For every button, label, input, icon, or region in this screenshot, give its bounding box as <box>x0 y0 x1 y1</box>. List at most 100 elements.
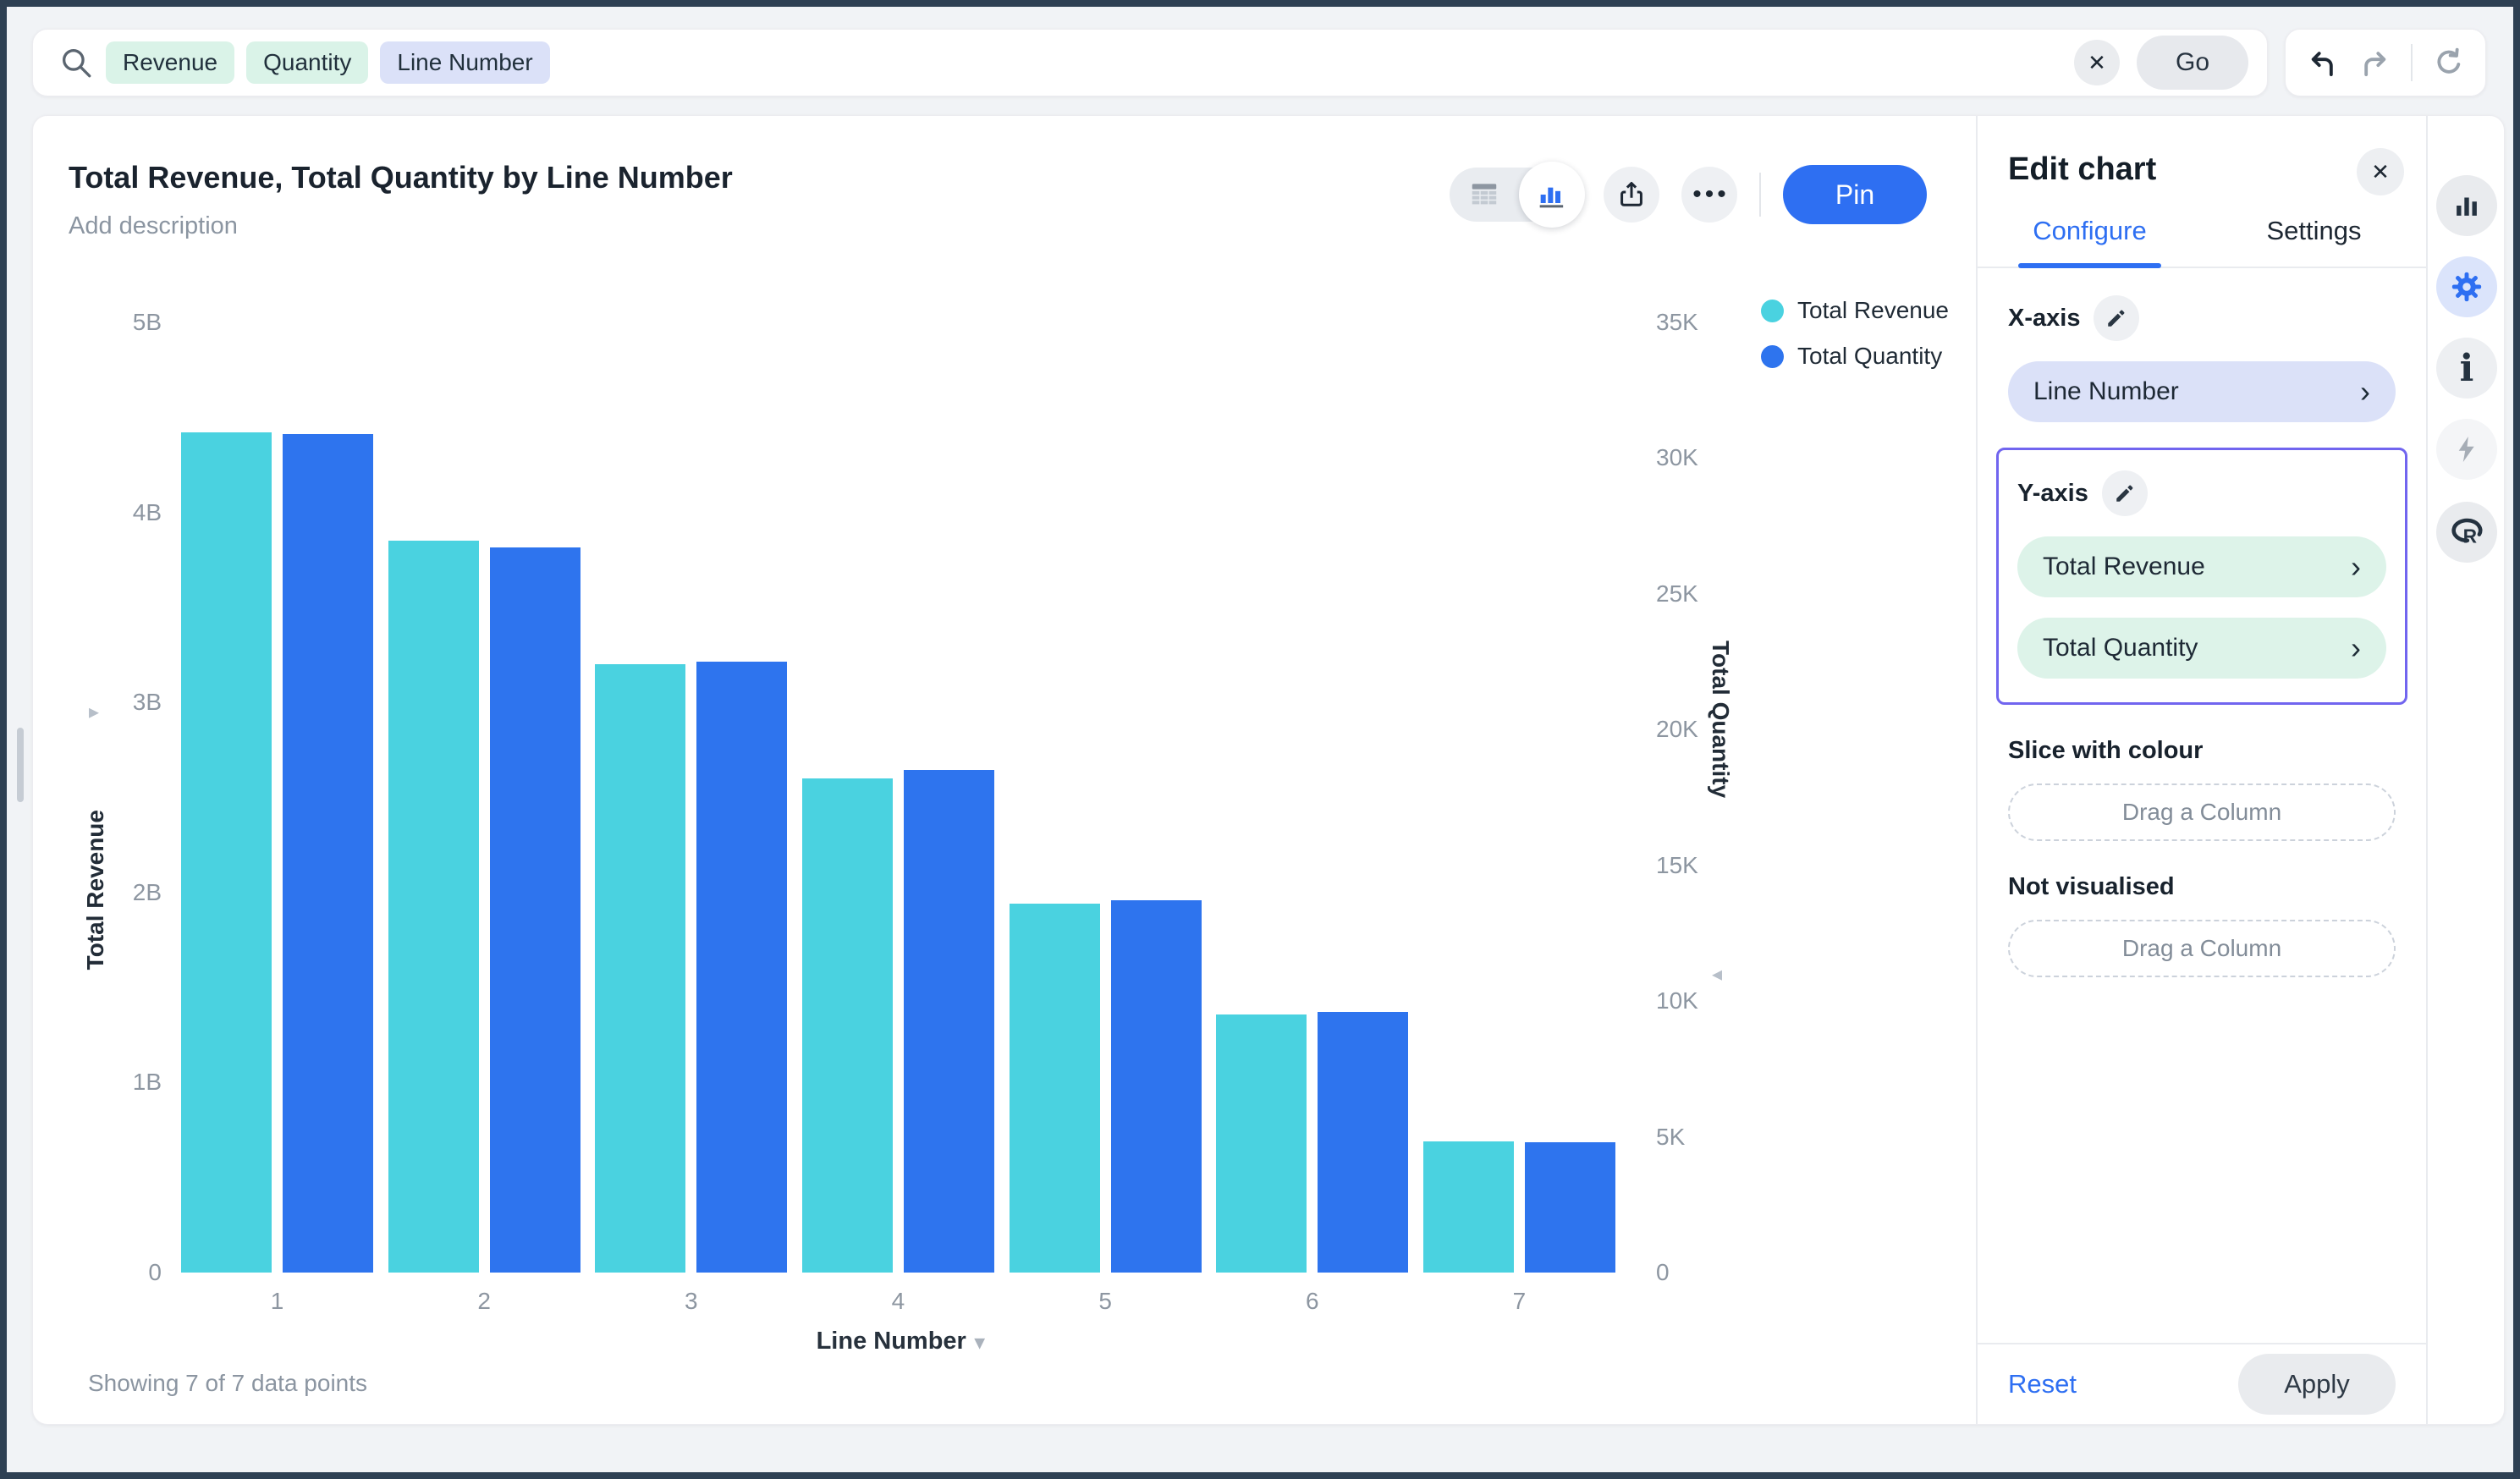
bar-total-quantity-7[interactable] <box>1525 1142 1615 1273</box>
search-clear-button[interactable]: ✕ <box>2074 40 2120 85</box>
bar-group-5 <box>1010 322 1202 1273</box>
search-chip-revenue[interactable]: Revenue <box>106 41 234 84</box>
quick-actions-button[interactable] <box>2436 419 2497 480</box>
axis-tick: 0 <box>148 1259 162 1286</box>
yaxis-field-total-quantity[interactable]: Total Quantity › <box>2017 618 2386 679</box>
plot-area <box>181 322 1615 1273</box>
bar-total-revenue-2[interactable] <box>388 541 479 1273</box>
bar-total-revenue-7[interactable] <box>1423 1141 1514 1273</box>
axis-tick: 4B <box>133 499 162 526</box>
r-analytics-button[interactable]: R <box>2436 502 2497 563</box>
panel-close-button[interactable]: ✕ <box>2357 148 2404 195</box>
axis-tick: 10K <box>1656 987 1698 1014</box>
legend-label: Total Quantity <box>1797 343 1942 370</box>
bar-total-quantity-3[interactable] <box>696 662 787 1273</box>
divider <box>2411 44 2413 81</box>
more-options-button[interactable]: ••• <box>1681 167 1737 223</box>
configure-gear-button[interactable] <box>2436 256 2497 317</box>
chart-view-icon[interactable] <box>1519 162 1585 228</box>
chevron-down-icon: ▾ <box>975 1331 985 1353</box>
x-axis-ticks: 1234567 <box>181 1288 1615 1315</box>
slice-drop-zone[interactable]: Drag a Column <box>2008 783 2396 841</box>
y-axis-right-title: Total Quantity <box>1707 641 1734 798</box>
redo-icon[interactable] <box>2358 46 2392 80</box>
search-chip-list[interactable]: Revenue Quantity Line Number <box>106 41 2074 84</box>
info-button[interactable]: i <box>2436 338 2497 399</box>
panel-title: Edit chart <box>2008 151 2156 188</box>
yaxis-section-label: Y-axis <box>2017 480 2088 508</box>
axis-tick: 15K <box>1656 852 1698 879</box>
reset-button[interactable]: Reset <box>2008 1369 2077 1399</box>
bar-group-6 <box>1216 322 1408 1273</box>
bar-group-2 <box>388 322 580 1273</box>
bar-total-quantity-2[interactable] <box>490 547 580 1273</box>
panel-tabs: Configure Settings <box>1978 216 2426 268</box>
bar-total-revenue-5[interactable] <box>1010 904 1100 1273</box>
lightning-icon <box>2451 434 2482 465</box>
search-chip-line-number[interactable]: Line Number <box>380 41 549 84</box>
axis-tick: 2B <box>133 879 162 906</box>
axis-tick: 5K <box>1656 1124 1685 1151</box>
xaxis-edit-pencil-icon[interactable] <box>2094 295 2139 341</box>
bar-total-quantity-5[interactable] <box>1111 900 1202 1273</box>
x-tick-2: 2 <box>388 1288 580 1315</box>
notvis-drop-zone[interactable]: Drag a Column <box>2008 920 2396 977</box>
tab-settings[interactable]: Settings <box>2202 216 2426 267</box>
refresh-icon[interactable] <box>2432 46 2466 80</box>
data-points-footnote: Showing 7 of 7 data points <box>88 1370 367 1397</box>
bar-total-quantity-4[interactable] <box>904 770 994 1273</box>
x-tick-7: 7 <box>1423 1288 1615 1315</box>
yaxis-highlight-box: Y-axis Total Revenue › Total Quantity › <box>1996 448 2407 705</box>
left-axis-arrow[interactable]: ▸ <box>89 700 99 724</box>
go-button[interactable]: Go <box>2137 36 2248 90</box>
yaxis-edit-pencil-icon[interactable] <box>2102 470 2148 516</box>
table-view-icon[interactable] <box>1450 179 1519 211</box>
bar-group-4 <box>802 322 994 1273</box>
bar-total-quantity-6[interactable] <box>1318 1012 1408 1273</box>
pin-button[interactable]: Pin <box>1783 165 1927 224</box>
chart-type-button[interactable] <box>2436 175 2497 236</box>
axis-tick: 5B <box>133 309 162 336</box>
legend-item-total-revenue[interactable]: Total Revenue <box>1761 297 1949 324</box>
table-chart-toggle[interactable] <box>1450 168 1582 222</box>
bar-total-quantity-1[interactable] <box>283 434 373 1273</box>
info-icon: i <box>2460 347 2474 390</box>
app-window: Revenue Quantity Line Number ✕ Go Total Re… <box>0 0 2520 1479</box>
search-bar[interactable]: Revenue Quantity Line Number ✕ Go <box>32 29 2268 96</box>
chart-title: Total Revenue, Total Quantity by Line Nu… <box>69 160 733 195</box>
svg-text:R: R <box>2463 525 2477 547</box>
gear-icon <box>2449 269 2484 305</box>
chart-toolbar: ••• Pin <box>1450 165 1927 224</box>
axis-tick: 25K <box>1656 580 1698 608</box>
panel-body: X-axis Line Number › Y-axis <box>2008 295 2396 977</box>
bar-total-revenue-4[interactable] <box>802 778 893 1273</box>
bar-total-revenue-6[interactable] <box>1216 1014 1307 1273</box>
x-tick-5: 5 <box>1010 1288 1202 1315</box>
bar-group-3 <box>595 322 787 1273</box>
chart-legend: Total Revenue Total Quantity <box>1761 297 1949 370</box>
legend-item-total-quantity[interactable]: Total Quantity <box>1761 343 1949 370</box>
axis-tick: 30K <box>1656 444 1698 471</box>
yaxis-field-total-revenue[interactable]: Total Revenue › <box>2017 536 2386 597</box>
bar-group-1 <box>181 322 373 1273</box>
tab-configure[interactable]: Configure <box>1978 216 2202 267</box>
y-axis-left-ticks: 5B4B3B2B1B0 <box>84 322 162 1273</box>
xaxis-field-line-number[interactable]: Line Number › <box>2008 361 2396 422</box>
bar-total-revenue-3[interactable] <box>595 664 685 1273</box>
slice-section-label: Slice with colour <box>2008 737 2396 765</box>
undo-icon[interactable] <box>2305 46 2339 80</box>
search-chip-quantity[interactable]: Quantity <box>246 41 368 84</box>
legend-dot <box>1761 300 1784 322</box>
bar-total-revenue-1[interactable] <box>181 432 272 1273</box>
x-axis-field-picker[interactable]: Line Number▾ <box>761 1328 1040 1355</box>
share-button[interactable] <box>1604 167 1659 223</box>
notvis-section-label: Not visualised <box>2008 873 2396 901</box>
axis-tick: 3B <box>133 689 162 716</box>
right-axis-arrow[interactable]: ◂ <box>1712 962 1722 987</box>
left-panel-resize-handle[interactable] <box>17 728 24 802</box>
apply-button[interactable]: Apply <box>2238 1354 2396 1415</box>
edit-chart-panel: Edit chart ✕ Configure Settings X-axis L… <box>1976 116 2426 1424</box>
history-controls <box>2285 29 2486 96</box>
chart-description-placeholder[interactable]: Add description <box>69 212 238 240</box>
main-card: Total Revenue, Total Quantity by Line Nu… <box>32 115 2505 1425</box>
